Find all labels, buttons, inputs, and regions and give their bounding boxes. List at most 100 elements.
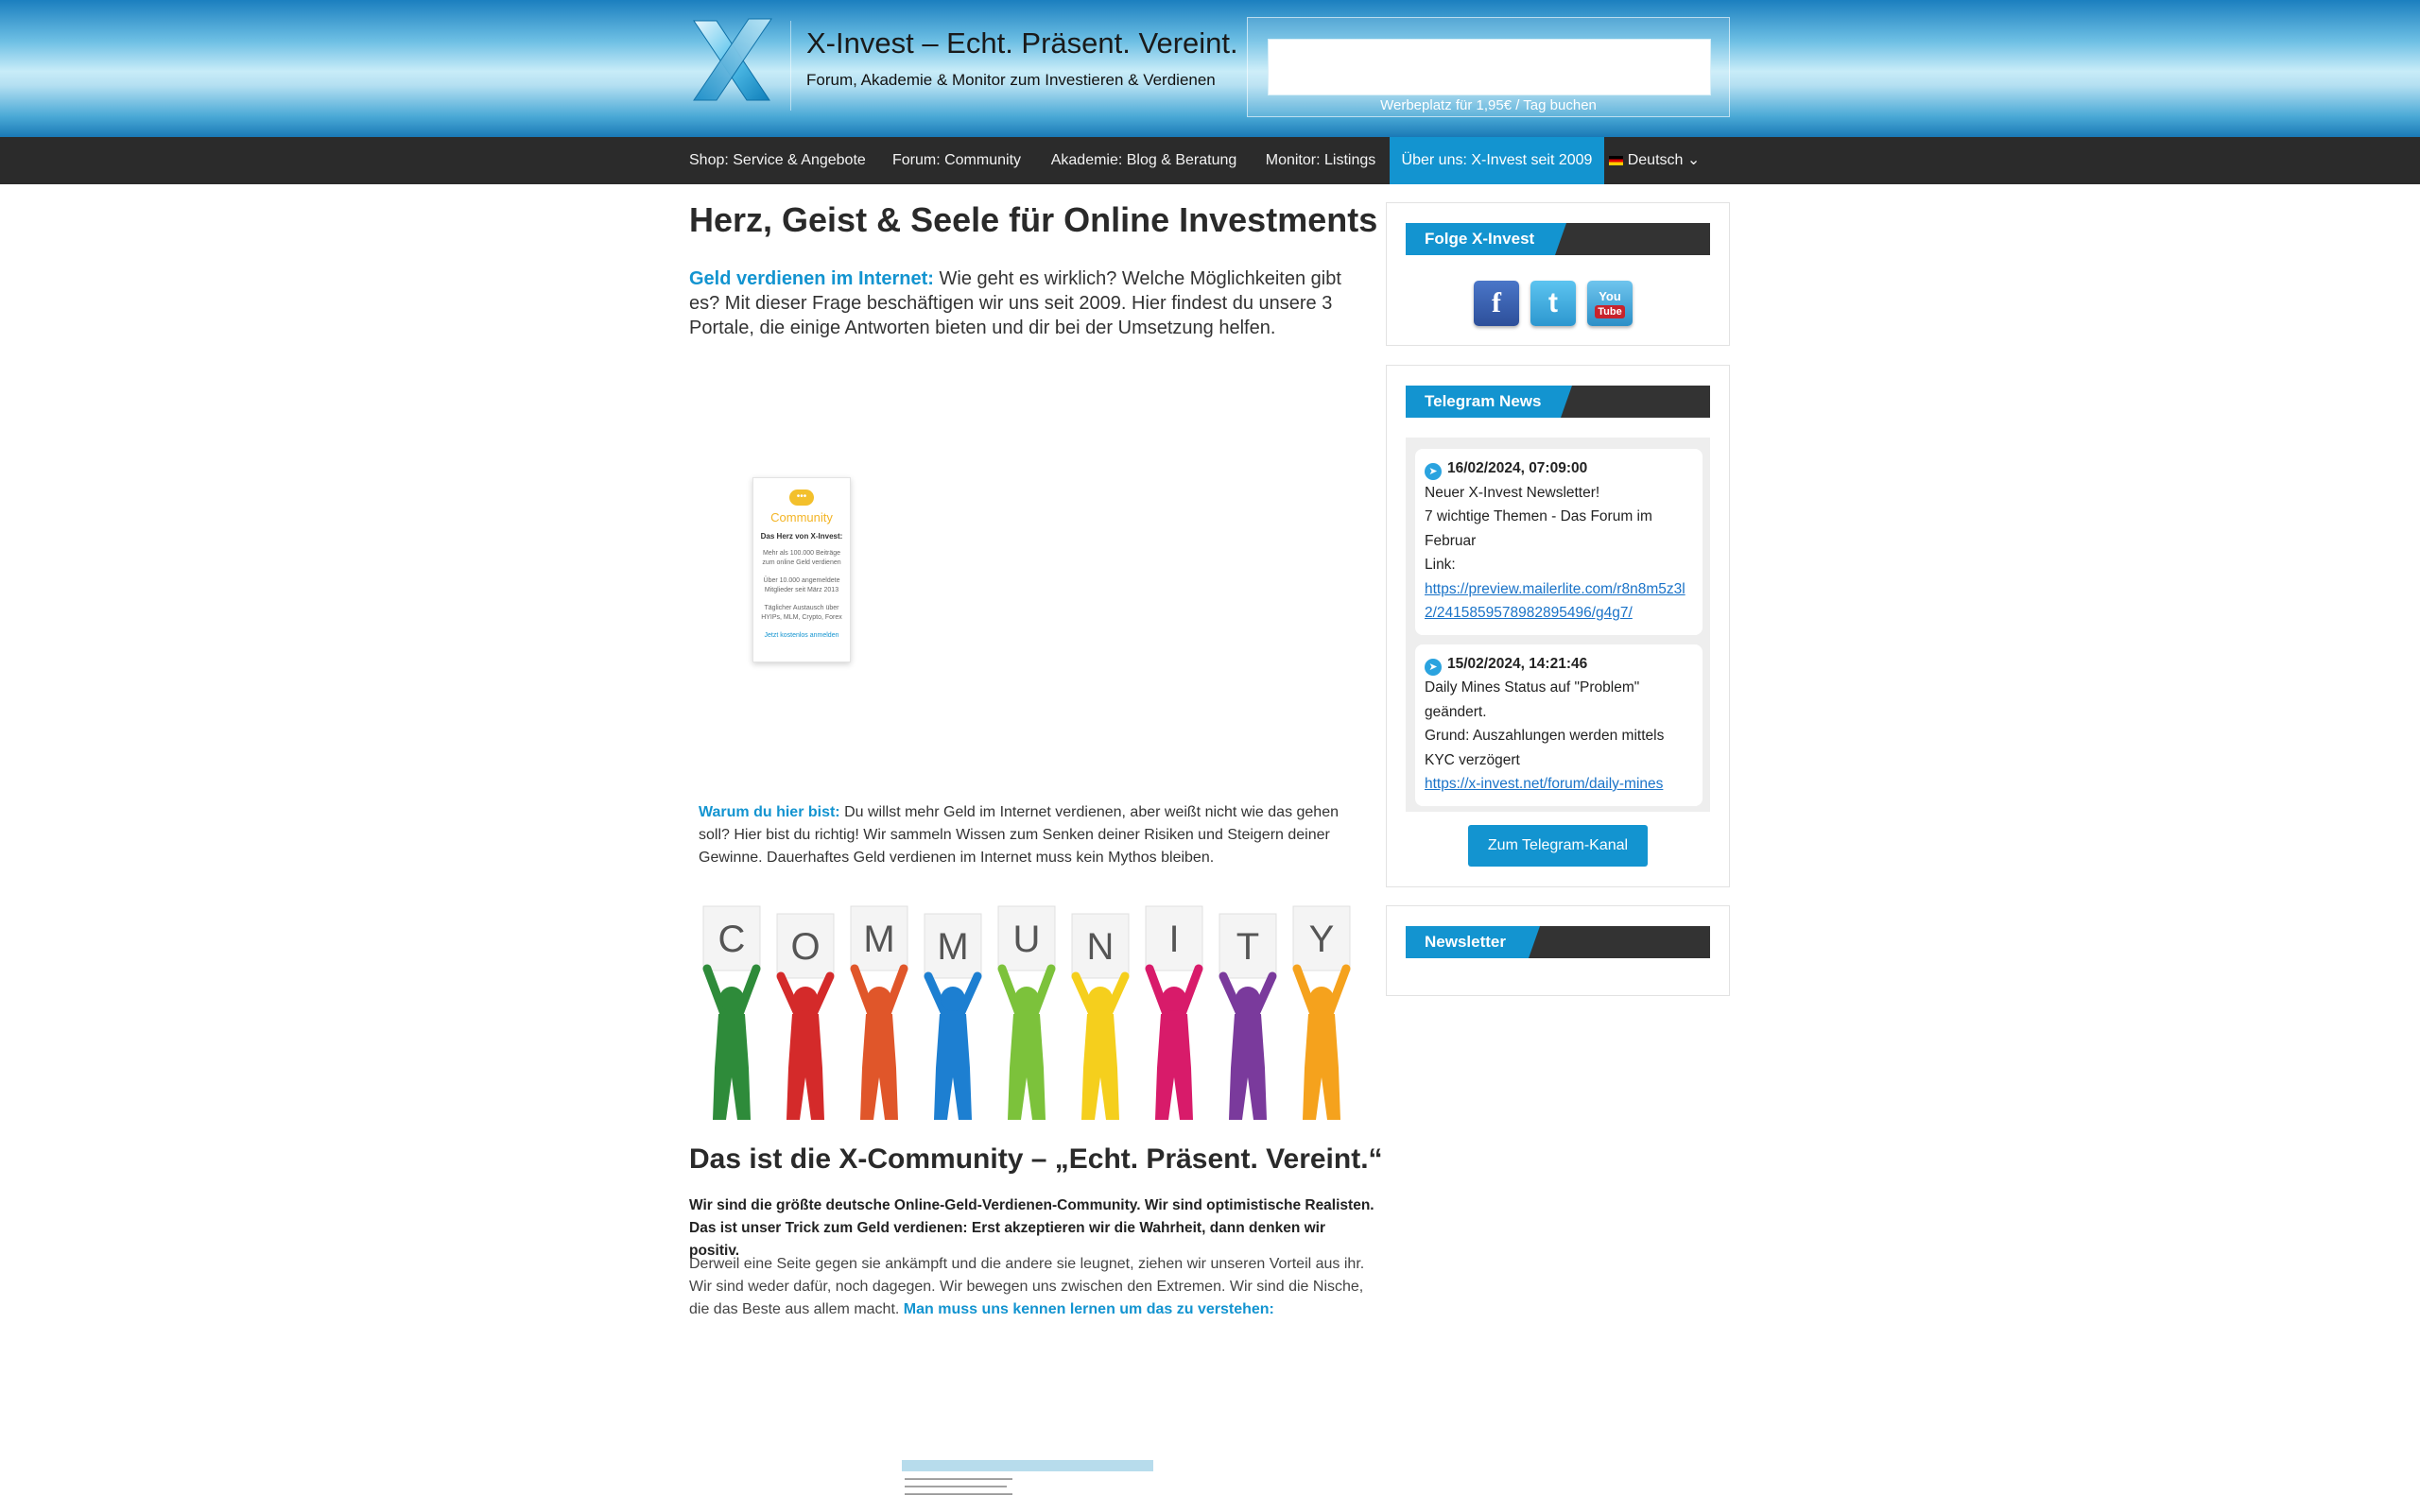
telegram-widget-header: Telegram News [1406,386,1710,418]
facebook-icon[interactable]: f [1474,281,1519,326]
community-figure: M [924,913,982,1120]
follow-widget-title: Folge X-Invest auf: [1406,223,1566,280]
community-figure: M [850,905,908,1120]
telegram-icon: ➤ [1425,463,1442,480]
telegram-widget-title: Telegram News [1406,386,1572,418]
youtube-icon-bottom: Tube [1595,305,1625,318]
x-invest-logo[interactable] [688,17,775,104]
nav-shop[interactable]: Shop: Service & Angebote [689,137,866,184]
telegram-post-time: 15/02/2024, 14:21:46 [1447,655,1588,672]
figure-body [1155,1014,1193,1120]
community-body: Derweil eine Seite gegen sie ankämpft un… [689,1253,1379,1321]
portal-card-subtitle: Das Herz von X-Invest: [760,532,843,541]
telegram-post-link[interactable]: https://x-invest.net/forum/daily-mines [1425,772,1693,797]
figure-body [1303,1014,1340,1120]
site-tagline: Forum, Akademie & Monitor zum Investiere… [806,71,1216,89]
figure-head [719,987,744,1011]
community-learn-link[interactable]: Man muss uns kennen lernen um das zu ver… [904,1301,1274,1317]
figure-head [1014,987,1039,1011]
figure-body [1008,1014,1046,1120]
figure-head [793,987,818,1011]
portal-card-signup-link[interactable]: Jetzt kostenlos anmelden [753,632,850,639]
site-header: X-Invest – Echt. Präsent. Vereint. Forum… [0,0,2420,137]
portal-card-fact: Über 10.000 angemeldete Mitglieder seit … [763,577,840,593]
figure-head [1162,987,1186,1011]
nav-akademie[interactable]: Akademie: Blog & Beratung [1049,137,1238,184]
telegram-post: ➤ 15/02/2024, 14:21:46 Daily Mines Status… [1415,644,1703,806]
community-figure: I [1145,905,1203,1120]
main-navigation: Shop: Service & Angebote Forum: Communit… [0,137,2420,184]
nav-monitor[interactable]: Monitor: Listings [1253,137,1388,184]
youtube-icon[interactable]: You Tube [1587,281,1633,326]
ad-banner-slot[interactable] [1268,39,1711,95]
figure-head [941,987,965,1011]
community-figure: Y [1292,905,1351,1120]
community-figure: U [997,905,1056,1120]
community-figure: T [1219,913,1277,1120]
telegram-feed[interactable]: ➤ 16/02/2024, 07:09:00 Neuer X-Invest New… [1406,438,1710,812]
telegram-post-line: 7 wichtige Themen - Das Forum im Februar [1425,508,1652,549]
nav-language-selector[interactable]: Deutsch ⌄ [1607,137,1702,184]
telegram-post-line: Daily Mines Status auf "Problem" geänder… [1425,679,1640,720]
letter-card-text: Y [1309,919,1335,960]
letter-card-text: T [1236,926,1259,968]
telegram-icon: ➤ [1425,658,1442,676]
figure-head [1088,987,1113,1011]
youtube-icon-top: You [1599,289,1621,303]
letter-card-text: M [937,926,968,968]
german-flag-icon [1608,155,1623,165]
chevron-down-icon: ⌄ [1686,152,1701,168]
newsletter-widget-header: Newsletter [1406,926,1710,958]
community-illustration: COMMUNITY [702,905,1351,1120]
community-figure: N [1071,913,1130,1120]
figure-head [867,987,891,1011]
telegram-news-widget: Telegram News ➤ 16/02/2024, 07:09:00 Neue… [1386,365,1730,887]
header-divider [790,21,791,111]
community-heading: Das ist die X-Community – „Echt. Präsent… [689,1143,1383,1175]
newsletter-widget: Newsletter [1386,905,1730,996]
letter-card-text: I [1168,919,1179,960]
figure-body [1229,1014,1267,1120]
page-title: Herz, Geist & Seele für Online Investmen… [689,200,1378,239]
telegram-post: ➤ 16/02/2024, 07:09:00 Neuer X-Invest New… [1415,449,1703,635]
telegram-post-link[interactable]: https://preview.mailerlite.com/r8n8m5z3l… [1425,577,1693,626]
figure-head [1236,987,1260,1011]
letter-card-text: N [1087,926,1115,968]
site-title[interactable]: X-Invest – Echt. Präsent. Vereint. [806,26,1238,60]
language-label: Deutsch [1627,152,1684,168]
intro-highlight: Geld verdienen im Internet: [689,268,934,289]
portal-card-fact: Mehr als 100.000 Beiträge zum online Gel… [762,550,841,566]
figure-body [1081,1014,1119,1120]
telegram-post-line: Neuer X-Invest Newsletter! [1425,484,1600,501]
twitter-icon[interactable]: t [1530,281,1576,326]
ad-booking-link[interactable]: Werbeplatz für 1,95€ / Tag buchen [1247,97,1730,113]
nav-about-us[interactable]: Über uns: X-Invest seit 2009 [1390,137,1604,184]
community-figure: O [776,913,835,1120]
portal-card-title: Community [770,510,833,524]
figure-head [1309,987,1334,1011]
letter-card-text: U [1013,919,1041,960]
telegram-channel-button[interactable]: Zum Telegram-Kanal [1468,825,1648,867]
forum-preview-thumbnail[interactable]: ▬▬▬▬▬▬▬▬▬▬▬▬▬▬▬▬▬▬▬ ▬▬▬▬▬▬▬▬▬▬▬▬▬▬▬▬▬▬ ▬▬▬… [902,1460,1153,1512]
follow-widget: Folge X-Invest auf: f t You Tube [1386,202,1730,346]
community-portal-card[interactable]: ••• Community Das Herz von X-Invest: Meh… [752,477,851,662]
thumbnail-preview-lines: ▬▬▬▬▬▬▬▬▬▬▬▬▬▬▬▬▬▬▬ ▬▬▬▬▬▬▬▬▬▬▬▬▬▬▬▬▬▬ ▬▬▬… [905,1476,1012,1497]
intro-paragraph: Geld verdienen im Internet: Wie geht es … [689,266,1365,340]
community-figure: C [702,905,761,1120]
why-label: Warum du hier bist: [699,804,840,820]
telegram-post-line: Grund: Auszahlungen werden mittels KYC v… [1425,728,1665,768]
figure-body [786,1014,824,1120]
chat-bubble-icon: ••• [789,490,814,506]
telegram-post-time: 16/02/2024, 07:09:00 [1447,460,1588,476]
figure-body [860,1014,898,1120]
follow-widget-header: Folge X-Invest auf: [1406,223,1710,280]
letter-card-text: M [863,919,894,960]
letter-card-text: O [790,926,820,968]
figure-body [713,1014,751,1120]
nav-forum[interactable]: Forum: Community [890,137,1024,184]
telegram-post-line: Link: [1425,557,1456,573]
letter-card-text: C [718,919,746,960]
newsletter-widget-title: Newsletter [1406,926,1540,958]
why-paragraph: Warum du hier bist: Du willst mehr Geld … [699,801,1360,869]
portal-card-fact: Täglicher Austausch über HYIPs, MLM, Cry… [761,605,842,621]
